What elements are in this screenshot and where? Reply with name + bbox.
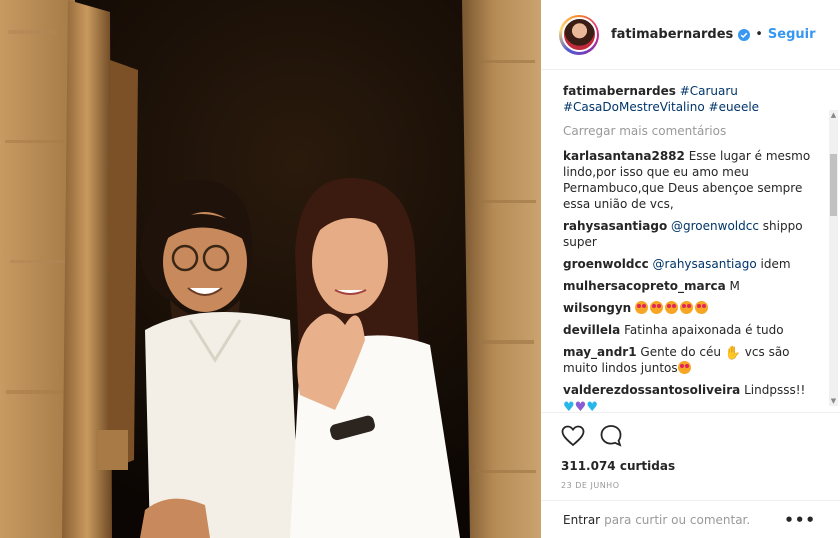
heart-outline-icon[interactable] bbox=[561, 425, 585, 447]
likes-count[interactable]: 311.074 curtidas bbox=[561, 459, 820, 473]
comment-username[interactable]: mulhersacopreto_marca bbox=[563, 279, 726, 293]
heart-eyes-emoji-icon bbox=[680, 301, 694, 314]
blue-heart-icon: ♥ bbox=[563, 400, 575, 411]
praying-hands-emoji-icon: ✋ bbox=[724, 346, 741, 361]
heart-eyes-emoji-icon bbox=[635, 301, 649, 314]
comment-item: karlasantana2882 Esse lugar é mesmo lind… bbox=[563, 148, 816, 212]
comment-item: rahysasantiago @groenwoldcc shippo super bbox=[563, 218, 816, 250]
post-image bbox=[0, 0, 541, 538]
scrollbar-thumb[interactable] bbox=[830, 154, 837, 216]
comment-item: devillela Fatinha apaixonada é tudo bbox=[563, 322, 816, 338]
hashtag-link[interactable]: #eueele bbox=[709, 100, 760, 114]
comment-text: Lindpsss!! bbox=[744, 383, 806, 397]
comment-text: Gente do céu bbox=[640, 345, 721, 359]
comment-item: may_andr1 Gente do céu ✋ vcs são muito l… bbox=[563, 344, 816, 376]
heart-eyes-emoji-icon bbox=[650, 301, 664, 314]
comment-username[interactable]: groenwoldcc bbox=[563, 257, 649, 271]
caption: fatimabernardes #Caruaru #CasaDoMestreVi… bbox=[563, 83, 816, 115]
login-link[interactable]: Entrar bbox=[563, 513, 600, 527]
comment-item: wilsongyn bbox=[563, 300, 816, 316]
speech-bubble-icon[interactable] bbox=[599, 424, 623, 448]
comments-scrollbar[interactable]: ▲ ▼ bbox=[829, 110, 838, 406]
comment-username[interactable]: may_andr1 bbox=[563, 345, 637, 359]
comment-mention[interactable]: @groenwoldcc bbox=[671, 219, 759, 233]
avatar-image bbox=[561, 17, 597, 52]
follow-button[interactable]: Seguir bbox=[768, 27, 816, 42]
heart-eyes-emoji-icon bbox=[665, 301, 679, 314]
heart-eyes-emoji-icon bbox=[677, 361, 691, 374]
comment-item: mulhersacopreto_marca M bbox=[563, 278, 816, 294]
post-photo[interactable] bbox=[0, 0, 541, 538]
scroll-down-arrow-icon[interactable]: ▼ bbox=[829, 396, 838, 406]
hashtag-link[interactable]: #CasaDoMestreVitalino bbox=[563, 100, 705, 114]
post-header: fatimabernardes • Seguir bbox=[541, 0, 840, 70]
comment-input-bar[interactable]: Entrar para curtir ou comentar. ••• bbox=[541, 500, 840, 538]
comment-username[interactable]: valderezdossantosoliveira bbox=[563, 383, 740, 397]
scroll-up-arrow-icon[interactable]: ▲ bbox=[829, 110, 838, 120]
comment-text: Fatinha apaixonada é tudo bbox=[624, 323, 784, 337]
caption-username[interactable]: fatimabernardes bbox=[563, 84, 676, 98]
comment-text: idem bbox=[760, 257, 791, 271]
purple-heart-icon: ♥ bbox=[574, 400, 587, 411]
post-actions: 311.074 curtidas 23 DE JUNHO bbox=[541, 412, 840, 502]
comment-username[interactable]: devillela bbox=[563, 323, 620, 337]
comment-input-placeholder: para curtir ou comentar. bbox=[604, 512, 751, 527]
header-separator: • bbox=[755, 27, 763, 42]
heart-eyes-emoji-icon bbox=[695, 301, 709, 314]
comment-username[interactable]: wilsongyn bbox=[563, 301, 631, 315]
post-date: 23 DE JUNHO bbox=[561, 481, 620, 490]
comment-item: valderezdossantosoliveira Lindpsss!!♥♥♥ bbox=[563, 382, 816, 411]
more-options-icon[interactable]: ••• bbox=[784, 511, 816, 529]
comments-list[interactable]: fatimabernardes #Caruaru #CasaDoMestreVi… bbox=[541, 71, 840, 411]
comment-username[interactable]: rahysasantiago bbox=[563, 219, 667, 233]
post-side-panel: fatimabernardes • Seguir fatimabernardes… bbox=[541, 0, 840, 538]
action-icons-row bbox=[561, 421, 820, 451]
avatar[interactable] bbox=[559, 14, 599, 55]
comment-mention[interactable]: @rahysasantiago bbox=[653, 257, 757, 271]
header-username[interactable]: fatimabernardes bbox=[611, 27, 733, 42]
load-more-comments-button[interactable]: Carregar mais comentários bbox=[563, 123, 816, 139]
comment-username[interactable]: karlasantana2882 bbox=[563, 149, 685, 163]
comment-item: groenwoldcc @rahysasantiago idem bbox=[563, 256, 816, 272]
hashtag-link[interactable]: #Caruaru bbox=[680, 84, 738, 98]
verified-badge-icon bbox=[738, 28, 751, 41]
comment-text: M bbox=[729, 279, 740, 293]
heart-eyes-emoji-row bbox=[635, 301, 710, 315]
blue-heart-icon: ♥ bbox=[586, 400, 598, 411]
